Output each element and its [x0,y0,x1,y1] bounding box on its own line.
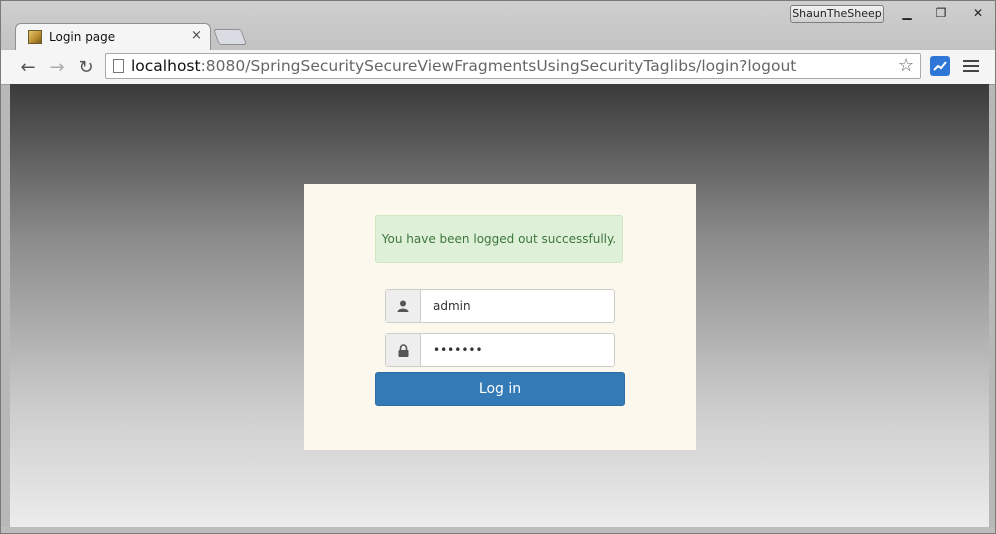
login-button[interactable]: Log in [375,372,625,406]
window-controls: ▁ ❐ ✕ [890,4,996,22]
profile-button[interactable]: ShaunTheSheep [790,5,884,23]
reload-icon[interactable]: ↻ [75,56,97,78]
tab-login-page[interactable]: Login page × [15,23,211,51]
logout-success-alert: You have been logged out successfully. [375,215,623,263]
address-bar[interactable]: localhost:8080/SpringSecuritySecureViewF… [105,53,921,79]
title-bar: ShaunTheSheep ▁ ❐ ✕ Login page × [1,1,995,51]
browser-toolbar: ← → ↻ localhost:8080/SpringSecuritySecur… [1,50,995,85]
page-icon [113,59,124,73]
username-group [385,289,615,323]
login-card: You have been logged out successfully. L… [304,184,696,450]
page-viewport: You have been logged out successfully. L… [10,84,989,527]
url-text[interactable]: localhost:8080/SpringSecuritySecureViewF… [131,57,796,75]
url-host: localhost [131,57,201,75]
password-group [385,333,615,367]
chart-extension-icon[interactable] [930,56,950,76]
forward-icon[interactable]: → [46,56,68,78]
minimize-button[interactable]: ▁ [890,4,924,22]
tab-title: Login page [49,30,116,44]
url-path: :8080/SpringSecuritySecureViewFragmentsU… [200,57,797,75]
back-icon[interactable]: ← [17,56,39,78]
new-tab-button[interactable] [213,29,247,45]
user-icon [386,290,421,322]
close-window-button[interactable]: ✕ [958,4,996,22]
bookmark-star-icon[interactable]: ☆ [898,55,914,76]
browser-window: ShaunTheSheep ▁ ❐ ✕ Login page × ← → ↻ l… [0,0,996,534]
lock-icon [386,334,421,366]
menu-icon[interactable] [963,56,979,76]
password-input[interactable] [421,334,614,366]
tab-close-icon[interactable]: × [191,28,202,43]
restore-button[interactable]: ❐ [924,4,958,22]
window-bottom-frame [1,527,995,533]
username-input[interactable] [421,290,614,322]
spring-leaf-icon [28,30,42,44]
